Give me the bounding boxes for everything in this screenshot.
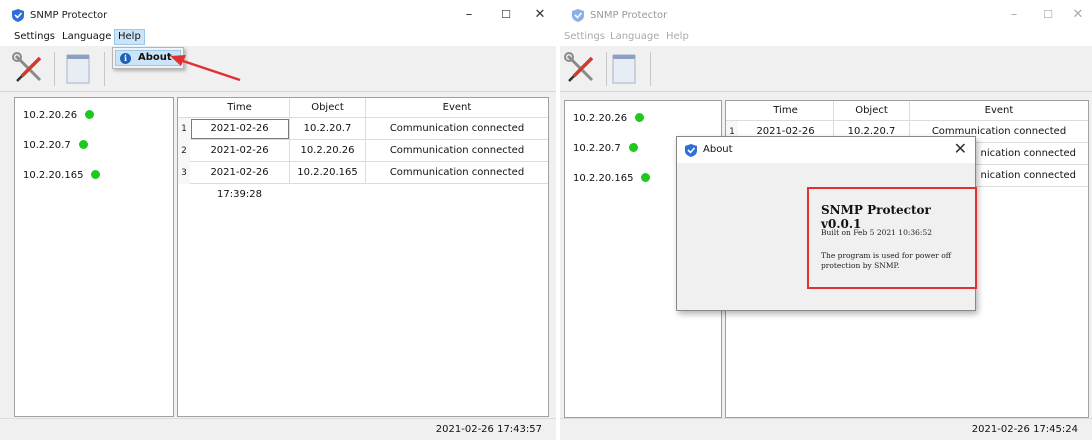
table-row[interactable]: 3 2021-02-26 17:39:28 10.2.20.165 Commun… (178, 162, 548, 200)
wrench-screwdriver-icon[interactable] (562, 50, 600, 88)
status-bar: 2021-02-26 17:43:57 (0, 418, 556, 440)
toolbar (560, 46, 1092, 92)
table-row[interactable]: 1 2021-02-26 17:32:10 10.2.20.7 Communic… (178, 118, 548, 156)
window-title: SNMP Protector (30, 10, 108, 21)
table-header: Time Object Event (726, 101, 1088, 121)
device-item[interactable]: 10.2.20.165 (573, 173, 651, 184)
device-item[interactable]: 10.2.20.7 (573, 143, 638, 154)
menu-settings[interactable]: Settings (14, 31, 55, 42)
shield-app-icon (12, 9, 24, 22)
info-icon: i (120, 53, 131, 64)
row-number: 2 (178, 140, 190, 162)
menu-language[interactable]: Language (610, 31, 659, 42)
window-title: SNMP Protector (590, 10, 668, 21)
column-header-event[interactable]: Event (910, 101, 1088, 121)
device-ip: 10.2.20.26 (23, 110, 78, 121)
cell-time[interactable]: 2021-02-26 17:39:28 (190, 162, 290, 200)
about-dialog-title-bar: About ✕ (677, 137, 975, 163)
status-bar: 2021-02-26 17:45:24 (560, 418, 1092, 440)
menu-bar: Settings Language Help (560, 28, 1092, 46)
maximize-icon[interactable]: ☐ (1034, 5, 1062, 25)
main-window-right: SNMP Protector – ☐ ✕ Settings Language H… (560, 0, 1092, 440)
status-online-icon (641, 173, 651, 182)
cell-object[interactable]: 10.2.20.165 (290, 162, 366, 184)
close-icon[interactable]: ✕ (526, 5, 554, 25)
menu-item-about[interactable]: i About (115, 50, 181, 66)
cell-event[interactable]: Communication connected (366, 162, 548, 184)
toolbar-separator (54, 52, 55, 86)
about-dialog-title: About (703, 144, 733, 155)
column-header-event[interactable]: Event (366, 98, 548, 118)
menu-bar: Settings Language Help (0, 28, 556, 46)
status-time: 2021-02-26 17:45:24 (971, 424, 1078, 435)
help-dropdown-menu: i About (112, 47, 184, 69)
shield-app-icon (572, 9, 584, 22)
device-item[interactable]: 10.2.20.165 (23, 170, 101, 181)
column-header-time[interactable]: Time (190, 98, 290, 118)
document-icon[interactable] (60, 50, 98, 88)
document-icon[interactable] (606, 50, 644, 88)
about-dialog: About ✕ SNMP Protector v0.0.1 Built on F… (676, 136, 977, 311)
title-bar: SNMP Protector – ☐ ✕ (560, 0, 1092, 28)
menu-settings[interactable]: Settings (564, 31, 605, 42)
cell-event[interactable]: Communication connected (366, 140, 548, 162)
toolbar-separator (104, 52, 105, 86)
app-description: The program is used for power off protec… (821, 251, 952, 270)
cell-time[interactable]: 2021-02-26 17:32:10 (190, 118, 290, 156)
device-item[interactable]: 10.2.20.7 (23, 140, 88, 151)
title-bar: SNMP Protector – ☐ ✕ (0, 0, 556, 28)
event-table: Time Object Event 1 2021-02-26 17:32:10 … (177, 97, 549, 417)
cell-object[interactable]: 10.2.20.7 (290, 118, 366, 140)
device-list: 10.2.20.26 10.2.20.7 10.2.20.165 (14, 97, 174, 417)
app-version: SNMP Protector v0.0.1 (821, 203, 931, 231)
main-window-left: SNMP Protector – ☐ ✕ Settings Language H… (0, 0, 556, 440)
column-header-time[interactable]: Time (738, 101, 834, 121)
device-item[interactable]: 10.2.20.26 (23, 110, 95, 121)
maximize-icon[interactable]: ☐ (492, 5, 520, 25)
cell-event[interactable]: Communication connected (366, 118, 548, 140)
device-ip: 10.2.20.26 (573, 113, 628, 124)
cell-time[interactable]: 2021-02-26 17:32:10 (190, 140, 290, 178)
close-icon[interactable]: ✕ (954, 139, 967, 158)
status-online-icon (78, 140, 88, 149)
menu-help[interactable]: Help (114, 29, 145, 45)
menu-help[interactable]: Help (666, 31, 689, 42)
shield-app-icon (685, 144, 697, 157)
table-header: Time Object Event (178, 98, 548, 118)
table-row[interactable]: 2 2021-02-26 17:32:10 10.2.20.26 Communi… (178, 140, 548, 178)
toolbar (0, 46, 556, 92)
minimize-icon[interactable]: – (455, 5, 483, 25)
row-number: 3 (178, 162, 190, 184)
column-header-object[interactable]: Object (290, 98, 366, 118)
wrench-screwdriver-icon[interactable] (10, 50, 48, 88)
build-date: Built on Feb 5 2021 10:36:52 (821, 228, 932, 237)
row-number: 1 (178, 118, 190, 140)
device-ip: 10.2.20.165 (23, 170, 84, 181)
device-item[interactable]: 10.2.20.26 (573, 113, 645, 124)
cell-object[interactable]: 10.2.20.26 (290, 140, 366, 162)
menu-item-about-label: About (138, 52, 172, 63)
status-online-icon (635, 113, 645, 122)
status-time: 2021-02-26 17:43:57 (435, 424, 542, 435)
status-online-icon (85, 110, 95, 119)
device-ip: 10.2.20.165 (573, 173, 634, 184)
toolbar-separator (650, 52, 651, 86)
minimize-icon[interactable]: – (1000, 5, 1028, 25)
menu-language[interactable]: Language (62, 31, 111, 42)
status-online-icon (628, 143, 638, 152)
status-online-icon (91, 170, 101, 179)
device-ip: 10.2.20.7 (573, 143, 621, 154)
device-ip: 10.2.20.7 (23, 140, 71, 151)
close-icon[interactable]: ✕ (1064, 5, 1092, 25)
about-info-highlight: SNMP Protector v0.0.1 Built on Feb 5 202… (807, 187, 977, 289)
column-header-object[interactable]: Object (834, 101, 910, 121)
